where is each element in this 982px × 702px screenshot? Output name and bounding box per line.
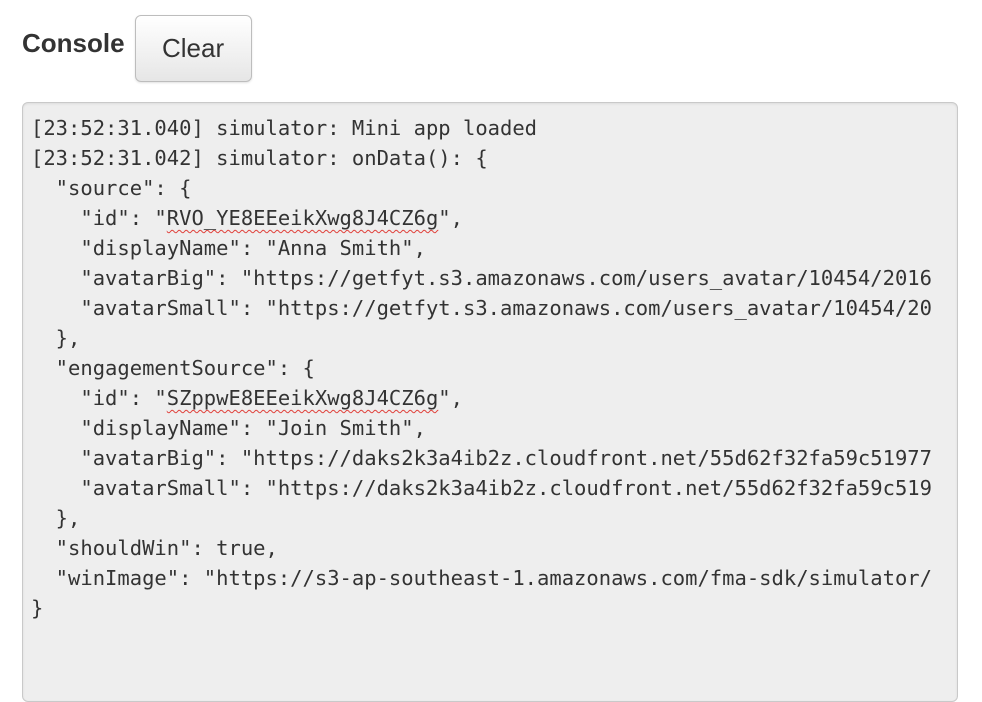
misspelled-token: RVO_YE8EEeikXwg8J4CZ6g — [166, 206, 439, 230]
console-line: "engagementSource": { — [31, 356, 315, 380]
console-line: "id": "SZppwE8EEeikXwg8J4CZ6g", — [31, 386, 463, 410]
console-line: "displayName": "Anna Smith", — [31, 236, 426, 260]
console-output[interactable]: [23:52:31.040] simulator: Mini app loade… — [22, 102, 958, 702]
console-line: "shouldWin": true, — [31, 536, 278, 560]
console-line: "avatarBig": "https://getfyt.s3.amazonaw… — [31, 266, 932, 290]
console-line: "id": "RVO_YE8EEeikXwg8J4CZ6g", — [31, 206, 463, 230]
console-line: } — [31, 596, 44, 620]
console-line: [23:52:31.040] simulator: Mini app loade… — [31, 116, 538, 140]
console-line: "avatarSmall": "https://daks2k3a4ib2z.cl… — [31, 476, 932, 500]
console-line: "winImage": "https://s3-ap-southeast-1.a… — [31, 566, 932, 590]
console-header: Console Clear — [22, 14, 252, 82]
console-line: "source": { — [31, 176, 192, 200]
console-line: "avatarSmall": "https://getfyt.s3.amazon… — [31, 296, 932, 320]
console-log: [23:52:31.040] simulator: Mini app loade… — [23, 103, 957, 623]
misspelled-token: SZppwE8EEeikXwg8J4CZ6g — [166, 386, 439, 410]
clear-button[interactable]: Clear — [134, 14, 252, 82]
console-line: "avatarBig": "https://daks2k3a4ib2z.clou… — [31, 446, 932, 470]
console-line: [23:52:31.042] simulator: onData(): { — [31, 146, 488, 170]
console-title: Console — [22, 27, 125, 58]
console-line: }, — [31, 506, 81, 530]
console-line: "displayName": "Join Smith", — [31, 416, 426, 440]
console-line: }, — [31, 326, 81, 350]
